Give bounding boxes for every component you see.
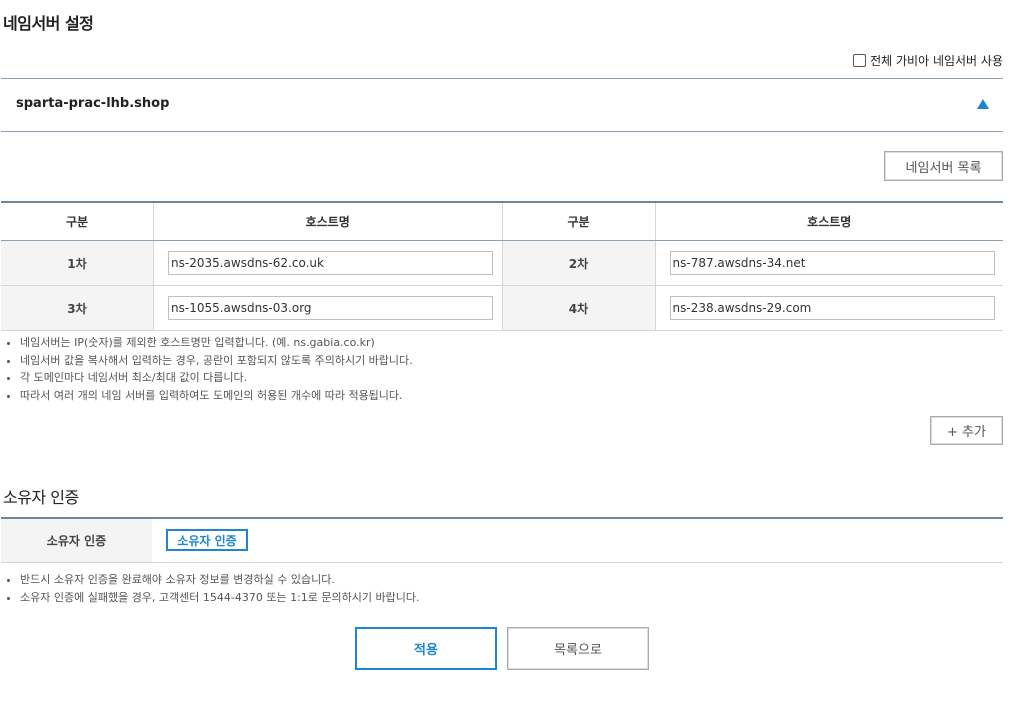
list-item: 네임서버 값을 복사해서 입력하는 경우, 공란이 포함되지 않도록 주의하시기…: [20, 352, 413, 370]
col-header-type-2: 구분: [501, 201, 655, 241]
add-nameserver-button[interactable]: + 추가: [930, 416, 1003, 445]
nameserver-3-input[interactable]: ns-1055.awsdns-03.org: [168, 296, 493, 320]
apply-button[interactable]: 적용: [355, 627, 497, 670]
list-item: 반드시 소유자 인증을 완료해야 소유자 정보를 변경하실 수 있습니다.: [20, 571, 419, 589]
back-to-list-button[interactable]: 목록으로: [507, 627, 649, 670]
nameserver-1-input[interactable]: ns-2035.awsdns-62.co.uk: [168, 251, 493, 275]
owner-auth-label: 소유자 인증: [1, 519, 152, 562]
col-header-type-1: 구분: [1, 201, 154, 241]
owner-section-title: 소유자 인증: [3, 488, 79, 507]
list-item: 각 도메인마다 네임서버 최소/최대 값이 다릅니다.: [20, 369, 413, 387]
ns-label-4: 4차: [501, 285, 655, 331]
nameserver-notes: 네임서버는 IP(숫자)를 제외한 호스트명만 입력합니다. (예. ns.ga…: [6, 334, 413, 404]
page-title: 네임서버 설정: [3, 14, 94, 33]
list-item: 따라서 여러 개의 네임 서버를 입력하여도 도메인의 허용된 개수에 따라 적…: [20, 387, 413, 405]
table-row: 1차 ns-2035.awsdns-62.co.uk 2차 ns-787.aws…: [1, 240, 1003, 286]
owner-auth-button[interactable]: 소유자 인증: [166, 529, 248, 551]
col-header-host-1: 호스트명: [153, 201, 502, 241]
list-item: 소유자 인증에 실패했을 경우, 고객센터 1544-4370 또는 1:1로 …: [20, 589, 419, 607]
nameserver-list-button[interactable]: 네임서버 목록: [884, 151, 1003, 181]
nameserver-2-input[interactable]: ns-787.awsdns-34.net: [669, 251, 995, 275]
table-row: 3차 ns-1055.awsdns-03.org 4차 ns-238.awsdn…: [1, 285, 1003, 331]
nameserver-table: 구분 호스트명 구분 호스트명 1차 ns-2035.awsdns-62.co.…: [1, 201, 1003, 331]
ns-label-2: 2차: [501, 240, 655, 286]
checkbox-box[interactable]: [853, 54, 867, 67]
ns-label-3: 3차: [1, 285, 154, 331]
checkbox-label: 전체 가비아 네임서버 사용: [870, 54, 1003, 68]
collapse-arrow-icon[interactable]: [977, 99, 989, 109]
col-header-host-2: 호스트명: [654, 201, 1003, 241]
domain-name: sparta-prac-lhb.shop: [16, 96, 170, 111]
owner-notes: 반드시 소유자 인증을 완료해야 소유자 정보를 변경하실 수 있습니다. 소유…: [6, 571, 419, 606]
owner-auth-row: 소유자 인증 소유자 인증: [1, 517, 1003, 563]
domain-bar[interactable]: sparta-prac-lhb.shop: [1, 78, 1003, 132]
list-item: 네임서버는 IP(숫자)를 제외한 호스트명만 입력합니다. (예. ns.ga…: [20, 334, 413, 352]
nameserver-4-input[interactable]: ns-238.awsdns-29.com: [669, 296, 995, 320]
use-all-gabia-nameserver-checkbox[interactable]: 전체 가비아 네임서버 사용: [853, 52, 1003, 69]
ns-label-1: 1차: [1, 240, 154, 286]
table-header-row: 구분 호스트명 구분 호스트명: [1, 201, 1003, 241]
